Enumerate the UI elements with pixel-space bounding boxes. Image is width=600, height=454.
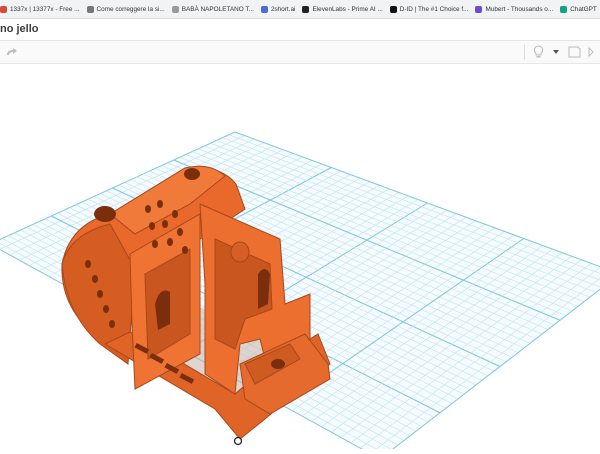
bookmark-label: 2short.ai [271,6,296,13]
bookmark-item[interactable]: ChatGPT [560,6,597,13]
globe-icon [87,6,94,13]
lightbulb-icon[interactable] [530,44,546,60]
project-title[interactable]: no jello [0,23,39,35]
elevenlabs-icon [302,6,309,13]
bookmark-label: ChatGPT [570,6,597,13]
toolbar-separator [524,44,525,60]
bookmark-item[interactable]: 2short.ai [261,6,296,13]
bookmark-icon [261,6,268,13]
bookmark-label: 1337x | 13377x - Free ... [10,6,80,13]
editor-toolbar [0,41,600,64]
x-icon [0,6,7,13]
bookmark-label: Mubert - Thousands o... [485,6,553,13]
bookmark-item[interactable]: Mubert - Thousands o... [475,6,553,13]
bookmark-item[interactable]: ElevenLabs - Prime AI ... [302,6,382,13]
bookmark-item[interactable]: 1337x | 13377x - Free ... [0,6,80,13]
bookmarks-bar: 1337x | 13377x - Free ... Come correggere… [0,0,600,19]
note-icon[interactable] [566,44,582,60]
mirror-icon[interactable] [586,44,600,60]
bookmark-item[interactable]: D-ID | The #1 Choice f... [390,6,469,13]
did-icon [390,6,397,13]
page-icon [172,6,179,13]
mubert-icon [475,6,482,13]
model-pivot-handle[interactable] [235,438,242,445]
3d-workplane[interactable] [0,64,600,449]
bookmark-label: BABÀ NAPOLETANO T... [182,6,254,13]
dropdown-caret-icon[interactable] [548,44,564,60]
bookmark-label: D-ID | The #1 Choice f... [400,6,469,13]
bookmark-item[interactable]: BABÀ NAPOLETANO T... [172,6,254,13]
chatgpt-icon [560,6,567,13]
redo-arrow-icon[interactable] [4,44,20,60]
project-header: no jello [0,19,600,41]
bookmark-label: ElevenLabs - Prime AI ... [312,6,382,13]
bookmark-label: Come correggere la si... [97,6,165,13]
workplane-canvas[interactable] [0,64,600,449]
bookmark-item[interactable]: Come correggere la si... [87,6,165,13]
